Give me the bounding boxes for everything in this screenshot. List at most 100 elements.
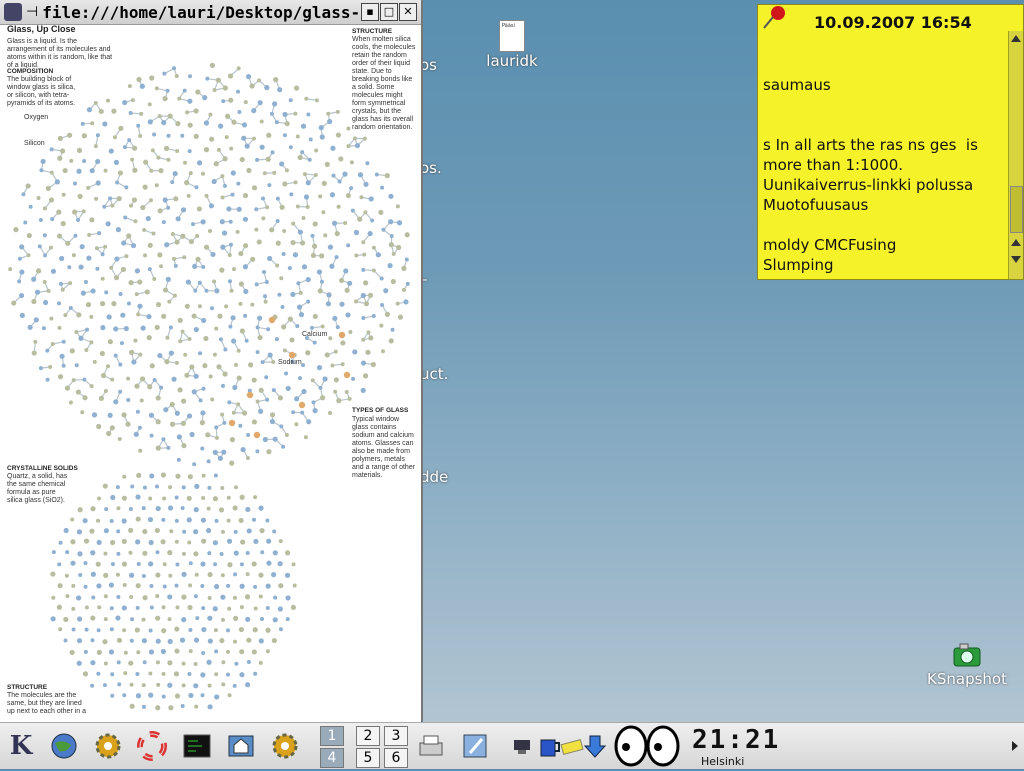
- lattice-atom: [138, 449, 142, 453]
- lattice-atom: [233, 596, 237, 600]
- pushpin-icon: [760, 4, 790, 31]
- lattice-atom: [109, 649, 114, 654]
- lattice-atom: [256, 350, 260, 354]
- lattice-atom: [129, 507, 133, 511]
- sticky-note[interactable]: 10.09.2007 16:54 saumaus s In all arts t…: [757, 4, 1024, 280]
- lattice-atom: [201, 518, 206, 523]
- lattice-atom: [289, 337, 294, 342]
- lattice-atom: [255, 158, 259, 162]
- maximize-button[interactable]: □: [380, 3, 398, 21]
- desktop-3[interactable]: 3: [384, 726, 408, 746]
- browser-launcher[interactable]: [47, 729, 81, 763]
- pin-icon[interactable]: ⊣: [26, 4, 38, 20]
- lattice-atom: [368, 293, 373, 298]
- lattice-atom: [78, 264, 83, 269]
- lattice-atom: [158, 208, 163, 213]
- lattice-atom: [318, 194, 322, 198]
- lattice-atom: [116, 573, 120, 577]
- note-body[interactable]: saumaus s In all arts the ras ns ges is …: [763, 75, 1003, 275]
- lattice-atom: [64, 528, 69, 533]
- lattice-atom: [142, 228, 146, 232]
- lattice-atom: [214, 473, 218, 477]
- lattice-atom: [109, 266, 113, 270]
- lattice-atom: [213, 450, 218, 455]
- lattice-atom: [271, 360, 275, 364]
- lattice-atom: [405, 232, 410, 237]
- desktop-4[interactable]: 4: [320, 748, 344, 768]
- lattice-atom: [156, 446, 161, 451]
- desktop-5[interactable]: 5: [356, 748, 380, 768]
- close-button[interactable]: ✕: [399, 3, 417, 21]
- lattice-atom: [177, 458, 181, 462]
- window-menu-button[interactable]: ▪: [361, 3, 379, 21]
- lattice-atom: [86, 302, 91, 307]
- panel-hide-arrow-icon[interactable]: [1012, 741, 1018, 751]
- lattice-atom: [181, 330, 185, 334]
- lattice-atom: [187, 672, 191, 676]
- lattice-atom: [117, 682, 121, 686]
- note-scrollbar[interactable]: [1008, 31, 1023, 279]
- desktop-icon-ksnapshot[interactable]: KSnapshot: [920, 640, 1014, 688]
- lattice-atom: [227, 539, 232, 544]
- lattice-atom: [298, 229, 303, 234]
- lattice-atom: [204, 245, 209, 250]
- lattice-atom: [157, 353, 162, 358]
- clock[interactable]: 21:21: [692, 725, 780, 755]
- lattice-atom: [221, 618, 225, 622]
- desktop-icon-lauridk[interactable]: Pääsi lauridk: [484, 20, 540, 70]
- lattice-atom: [221, 660, 225, 664]
- download-tray[interactable]: [578, 729, 612, 763]
- lattice-atom: [265, 205, 269, 209]
- lattice-atom: [231, 120, 236, 125]
- lattice-atom: [239, 627, 244, 632]
- printer-button[interactable]: [414, 729, 448, 763]
- lattice-atom: [228, 279, 232, 283]
- lattice-atom: [80, 244, 85, 249]
- lattice-atom: [161, 437, 165, 441]
- scroll-up-icon[interactable]: [1011, 35, 1021, 42]
- browser-window[interactable]: ⊣ file:///home/lauri/Desktop/glass-str ▪…: [0, 0, 423, 722]
- editor-button[interactable]: [458, 729, 492, 763]
- page-content[interactable]: Glass, Up Close Glass is a liquid. Is th…: [2, 25, 419, 722]
- lattice-atom: [180, 234, 185, 239]
- desktop-1[interactable]: 1: [320, 726, 344, 746]
- lattice-atom: [222, 421, 226, 425]
- lattice-atom: [299, 291, 303, 295]
- lattice-atom: [278, 606, 283, 611]
- lattice-atom: [301, 389, 306, 394]
- lattice-atom: [293, 583, 297, 587]
- lattice-atom: [110, 540, 115, 545]
- lattice-atom: [278, 561, 283, 566]
- lattice-atom: [72, 628, 76, 632]
- lattice-atom: [110, 672, 114, 676]
- lattice-atom: [178, 318, 183, 323]
- lattice-atom: [48, 365, 52, 369]
- lattice-atom: [252, 518, 256, 522]
- terminal-launcher[interactable]: [180, 729, 214, 763]
- lattice-atom: [166, 446, 170, 450]
- lattice-atom: [165, 336, 169, 340]
- lattice-atom: [80, 410, 84, 414]
- scroll-thumb[interactable]: [1010, 186, 1023, 233]
- kde-menu-button[interactable]: K: [4, 729, 38, 763]
- lattice-atom: [140, 84, 145, 89]
- lattice-atom: [258, 506, 263, 511]
- lattice-atom: [255, 449, 259, 453]
- window-titlebar[interactable]: ⊣ file:///home/lauri/Desktop/glass-str ▪…: [0, 0, 421, 25]
- scroll-up-icon[interactable]: [1011, 239, 1021, 246]
- scroll-down-icon[interactable]: [1011, 256, 1021, 263]
- desktop-2[interactable]: 2: [356, 726, 380, 746]
- lattice-atom: [385, 312, 390, 317]
- lattice-atom: [248, 362, 253, 367]
- home-launcher[interactable]: [224, 729, 258, 763]
- lattice-atom: [253, 585, 257, 589]
- settings-launcher[interactable]: [91, 729, 125, 763]
- lattice-atom: [183, 161, 187, 165]
- settings-launcher-2[interactable]: [268, 729, 302, 763]
- lattice-atom: [122, 628, 126, 632]
- lattice-atom: [245, 682, 250, 687]
- lattice-atom: [243, 289, 248, 294]
- lattice-atom: [258, 573, 263, 578]
- help-launcher[interactable]: [135, 729, 169, 763]
- desktop-6[interactable]: 6: [384, 748, 408, 768]
